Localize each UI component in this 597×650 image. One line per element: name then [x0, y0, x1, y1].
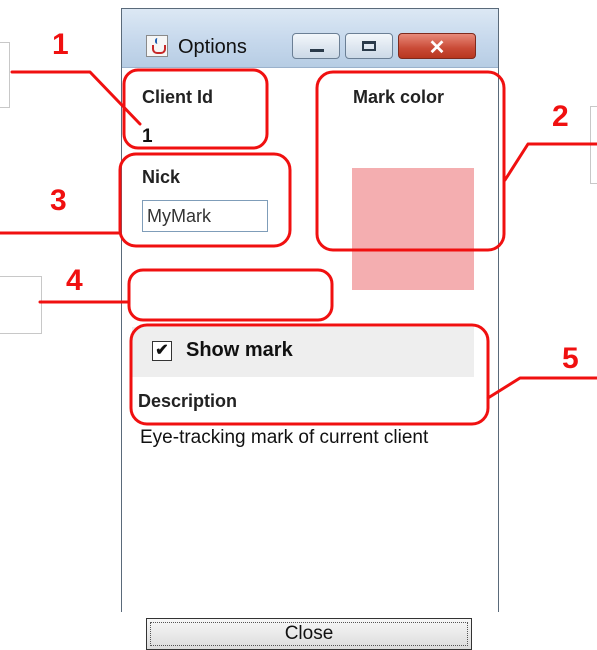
- maximize-icon: [362, 41, 376, 51]
- callout-number-1: 1: [52, 28, 69, 61]
- callout-number-4: 4: [66, 264, 83, 297]
- nick-input[interactable]: [142, 200, 268, 232]
- show-mark-row: ✔ Show mark: [132, 327, 474, 377]
- left-callout-box-middle: [0, 276, 42, 334]
- minimize-button[interactable]: [292, 33, 340, 59]
- description-label: Description: [138, 391, 238, 411]
- title-bar: Options ✕: [122, 9, 498, 68]
- show-mark-label[interactable]: Show mark: [186, 339, 293, 362]
- options-panel: Client Id 1 Mark color Nick ✔ Show mark …: [122, 68, 498, 650]
- callout-number-2: 2: [552, 100, 569, 133]
- client-id-label: Client Id: [142, 87, 213, 107]
- close-icon: ✕: [428, 37, 446, 59]
- description-text: Eye-tracking mark of current client: [140, 427, 429, 448]
- callout-number-3: 3: [50, 184, 67, 217]
- callout-line-5: [486, 376, 597, 400]
- minimize-icon: [310, 49, 324, 52]
- window-title: Options: [178, 36, 247, 58]
- client-id-value: 1: [142, 126, 153, 147]
- right-callout-box: [590, 106, 597, 184]
- close-window-button[interactable]: ✕: [398, 33, 476, 59]
- show-mark-checkbox[interactable]: ✔: [152, 341, 172, 361]
- nick-label: Nick: [142, 167, 181, 187]
- close-button[interactable]: Close: [146, 618, 472, 650]
- mark-color-swatch[interactable]: [352, 168, 474, 290]
- options-window: Options ✕ Client Id 1 Mark color Nick ✔ …: [121, 8, 499, 650]
- checkmark-icon: ✔: [155, 342, 169, 359]
- maximize-button[interactable]: [345, 33, 393, 59]
- java-app-icon[interactable]: [146, 35, 168, 57]
- left-callout-box-top: [0, 42, 10, 108]
- callout-number-5: 5: [562, 342, 579, 375]
- callout-line-2: [503, 142, 597, 182]
- mark-color-label: Mark color: [353, 87, 445, 107]
